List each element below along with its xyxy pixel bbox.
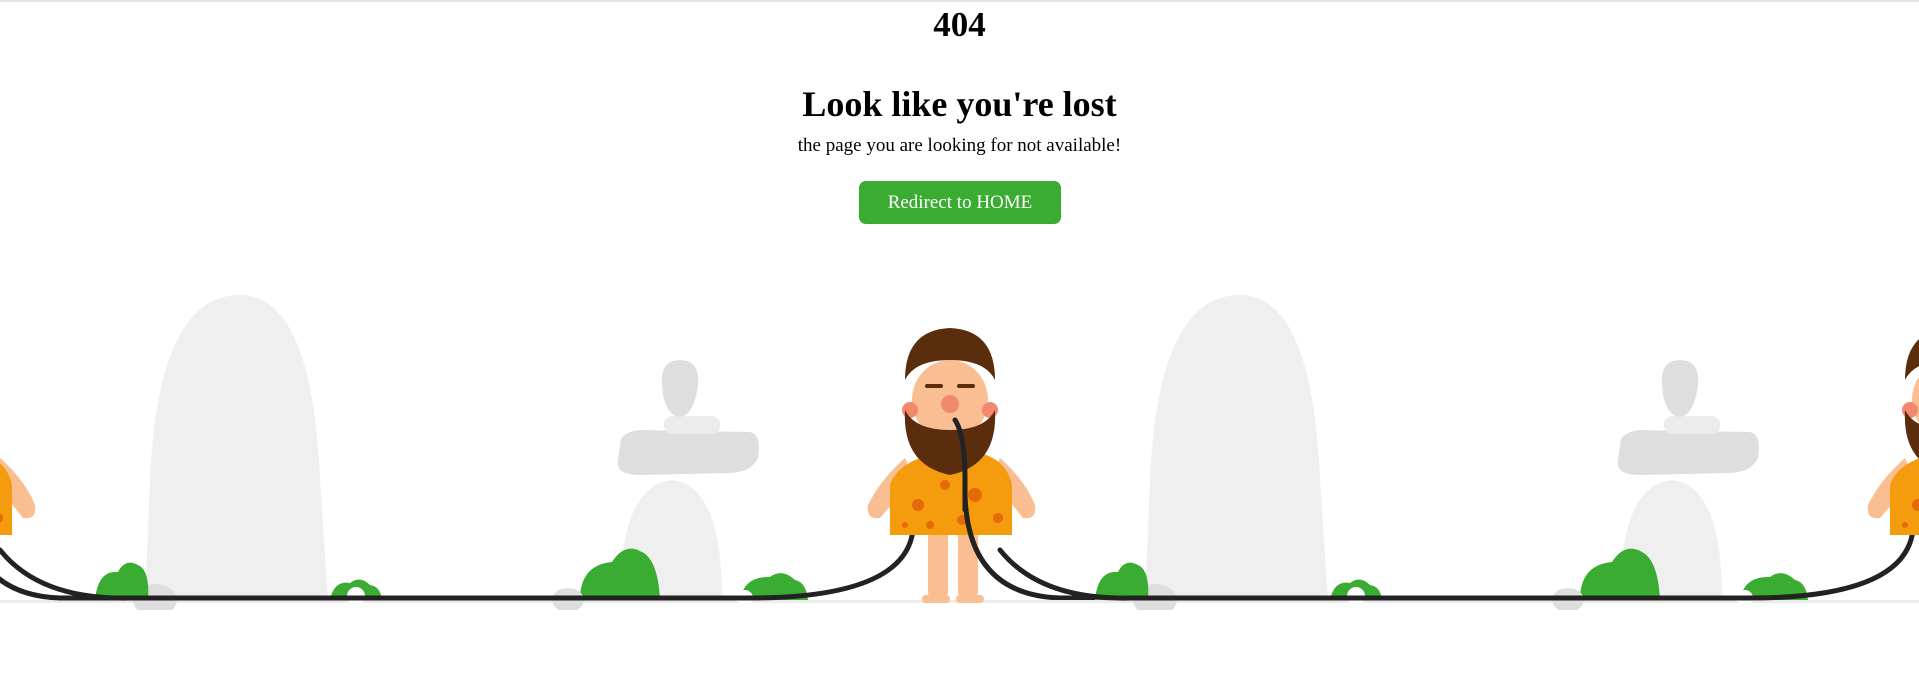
page-subtitle: the page you are looking for not availab… (797, 135, 1122, 156)
error-code: 404 (933, 5, 986, 44)
page-title: Look like you're lost (802, 84, 1117, 124)
caveman-with-cable-icon (0, 280, 1919, 610)
error-page: 404 Look like you're lost the page you a… (0, 0, 1919, 680)
redirect-home-button[interactable]: Redirect to HOME (859, 181, 1061, 224)
